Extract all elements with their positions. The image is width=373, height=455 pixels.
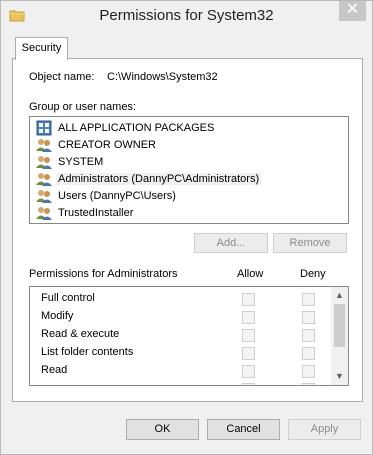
allow-column-header: Allow xyxy=(237,268,264,280)
allow-checkbox[interactable] xyxy=(242,383,255,385)
allow-checkbox[interactable] xyxy=(242,293,255,306)
permission-name: Full control xyxy=(41,292,95,304)
group-user-list[interactable]: ALL APPLICATION PACKAGES CREATOR OWNER S… xyxy=(29,116,349,224)
list-item-label: Users (DannyPC\Users) xyxy=(58,190,176,202)
add-button[interactable]: Add... xyxy=(194,233,268,253)
users-icon xyxy=(36,190,52,203)
close-button[interactable]: ✕ xyxy=(339,1,366,21)
users-icon xyxy=(36,207,52,220)
permissions-list[interactable]: Full control Modify Read & execute List … xyxy=(29,286,349,386)
title-bar: Permissions for System32 ✕ xyxy=(1,1,372,31)
permission-row xyxy=(30,380,330,385)
cancel-button[interactable]: Cancel xyxy=(207,419,280,440)
list-item[interactable]: ALL APPLICATION PACKAGES xyxy=(36,120,216,136)
deny-checkbox[interactable] xyxy=(302,311,315,324)
list-item-label: TrustedInstaller xyxy=(58,207,134,219)
group-names-label: Group or user names: xyxy=(29,101,136,113)
permission-row: Read xyxy=(30,362,330,380)
permissions-dialog: Permissions for System32 ✕ Security Obje… xyxy=(0,0,373,455)
permission-row: Full control xyxy=(30,290,330,308)
allow-checkbox[interactable] xyxy=(242,329,255,342)
tab-label: Security xyxy=(21,42,62,54)
list-item[interactable]: SYSTEM xyxy=(36,154,105,170)
apply-button[interactable]: Apply xyxy=(288,419,361,440)
list-item-label: Administrators (DannyPC\Administrators) xyxy=(56,173,262,185)
remove-button[interactable]: Remove xyxy=(273,233,347,253)
allow-checkbox[interactable] xyxy=(242,311,255,324)
permission-row: Read & execute xyxy=(30,326,330,344)
close-icon: ✕ xyxy=(345,1,360,18)
object-name-label: Object name: xyxy=(29,71,95,83)
list-item-label: SYSTEM xyxy=(58,156,104,168)
deny-checkbox[interactable] xyxy=(302,293,315,306)
app-packages-icon xyxy=(36,120,52,136)
permission-row: Modify xyxy=(30,308,330,326)
deny-checkbox[interactable] xyxy=(302,329,315,342)
chevron-down-icon: ▼ xyxy=(335,371,344,381)
permission-name: List folder contents xyxy=(41,346,134,358)
list-item-selected[interactable]: Administrators (DannyPC\Administrators) xyxy=(36,171,262,187)
deny-checkbox[interactable] xyxy=(302,365,315,378)
list-item-label: CREATOR OWNER xyxy=(58,139,156,151)
list-item[interactable]: Users (DannyPC\Users) xyxy=(36,188,178,204)
permission-row: List folder contents xyxy=(30,344,330,362)
permission-name: Modify xyxy=(41,310,74,322)
permission-name: Read xyxy=(41,364,68,376)
users-icon xyxy=(36,173,52,186)
deny-checkbox[interactable] xyxy=(302,383,315,385)
deny-checkbox[interactable] xyxy=(302,347,315,360)
allow-checkbox[interactable] xyxy=(242,365,255,378)
ok-button[interactable]: OK xyxy=(126,419,199,440)
permissions-scrollbar[interactable]: ▲ ▼ xyxy=(331,287,348,385)
permission-name: Read & execute xyxy=(41,328,120,340)
object-name-value: C:\Windows\System32 xyxy=(107,71,218,83)
chevron-up-icon: ▲ xyxy=(335,290,344,300)
list-item[interactable]: CREATOR OWNER xyxy=(36,137,158,153)
list-item-label: ALL APPLICATION PACKAGES xyxy=(58,122,215,134)
scroll-up-button[interactable]: ▲ xyxy=(331,287,348,304)
users-icon xyxy=(36,139,52,152)
security-tab-page: Object name: C:\Windows\System32 Group o… xyxy=(12,58,363,402)
users-icon xyxy=(36,156,52,169)
tab-security[interactable]: Security xyxy=(15,37,68,60)
allow-checkbox[interactable] xyxy=(242,347,255,360)
scroll-thumb[interactable] xyxy=(334,304,345,347)
scroll-down-button[interactable]: ▼ xyxy=(331,368,348,385)
deny-column-header: Deny xyxy=(300,268,326,280)
permissions-label: Permissions for Administrators xyxy=(29,268,178,280)
list-item[interactable]: TrustedInstaller xyxy=(36,205,135,221)
window-title: Permissions for System32 xyxy=(99,7,274,24)
